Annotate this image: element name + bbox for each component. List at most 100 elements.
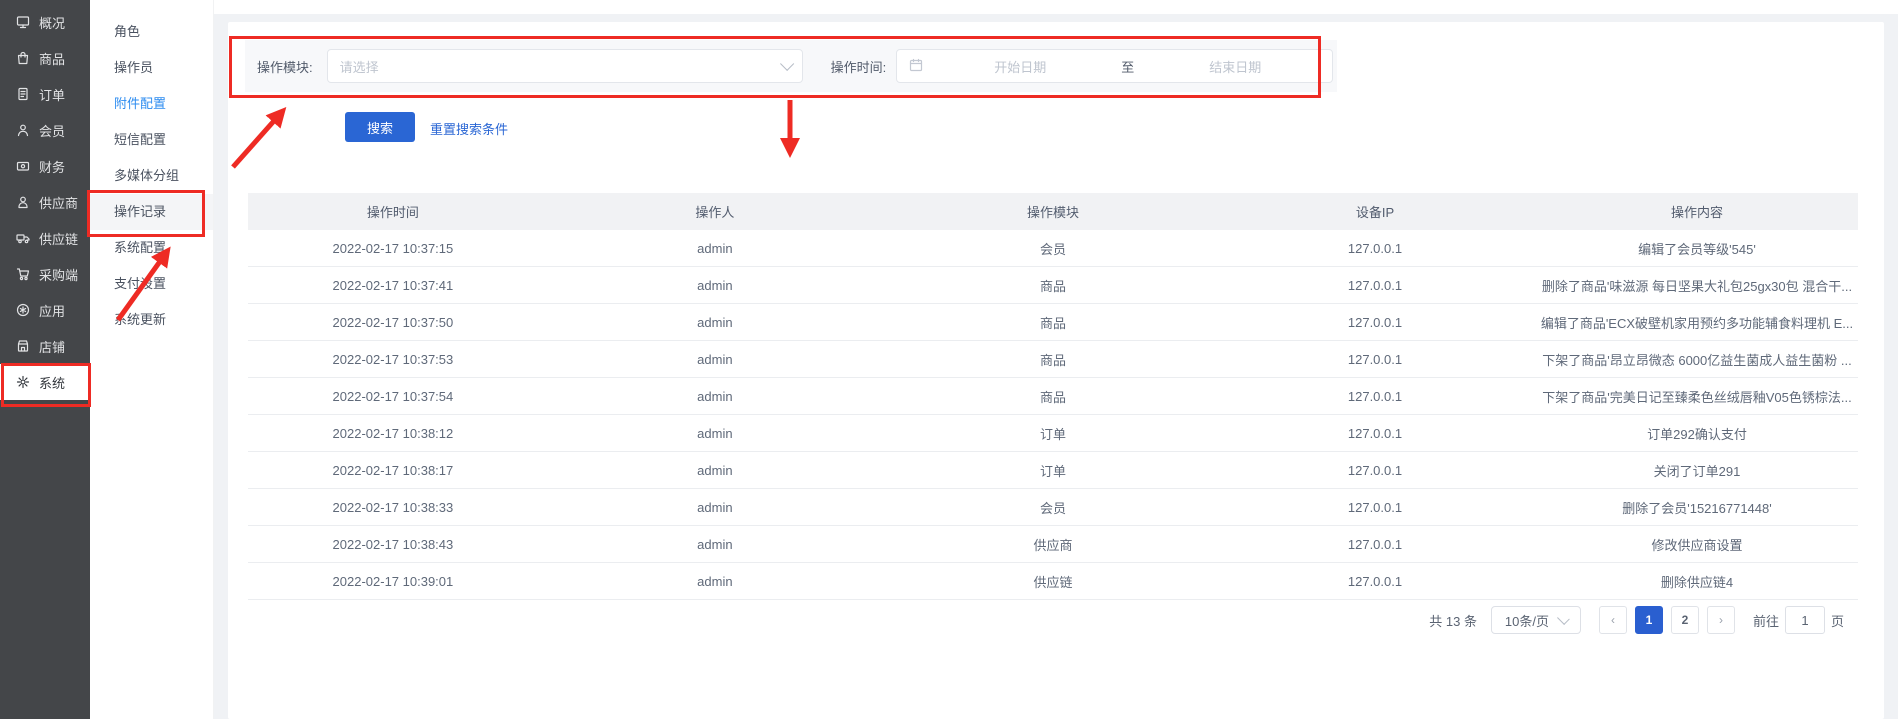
cell-operator: admin xyxy=(538,341,892,378)
content-top-strip xyxy=(213,0,1898,14)
operation-log-table: 操作时间 操作人 操作模块 设备IP 操作内容 2022-02-17 10:37… xyxy=(248,193,1858,600)
cell-time: 2022-02-17 10:38:43 xyxy=(248,526,538,563)
dashboard-icon xyxy=(16,15,30,29)
cell-ip: 127.0.0.1 xyxy=(1214,452,1536,489)
cell-content: 修改供应商设置 xyxy=(1536,526,1858,563)
sidebar-item-overview[interactable]: 概况 xyxy=(0,4,90,40)
apps-icon xyxy=(16,303,30,317)
chevron-down-icon xyxy=(1557,612,1570,625)
cell-operator: admin xyxy=(538,563,892,600)
date-range-picker[interactable]: 开始日期 至 结束日期 xyxy=(896,49,1333,83)
system-submenu: 角色 操作员 附件配置 短信配置 多媒体分组 操作记录 系统配置 支付设置 系统… xyxy=(90,0,214,719)
date-range-separator: 至 xyxy=(1117,57,1138,76)
page-button-2[interactable]: 2 xyxy=(1671,606,1699,634)
cell-time: 2022-02-17 10:37:41 xyxy=(248,267,538,304)
cell-content: 下架了商品'昂立昂微态 6000亿益生菌成人益生菌粉 ... xyxy=(1536,341,1858,378)
submenu-item-sms-config[interactable]: 短信配置 xyxy=(90,122,213,158)
cell-ip: 127.0.0.1 xyxy=(1214,341,1536,378)
sidebar-item-label: 供应商 xyxy=(39,193,78,212)
cell-ip: 127.0.0.1 xyxy=(1214,415,1536,452)
cell-operator: admin xyxy=(538,489,892,526)
submenu-item-roles[interactable]: 角色 xyxy=(90,14,213,50)
start-date-input[interactable]: 开始日期 xyxy=(923,57,1117,76)
content-area: 操作模块: 请选择 操作时间: 开始日期 至 结束日期 搜索 重置搜索条件 xyxy=(213,0,1898,719)
submenu-item-media-groups[interactable]: 多媒体分组 xyxy=(90,158,213,194)
order-icon xyxy=(16,87,30,101)
cell-ip: 127.0.0.1 xyxy=(1214,267,1536,304)
cell-ip: 127.0.0.1 xyxy=(1214,378,1536,415)
cell-module: 会员 xyxy=(892,230,1214,267)
search-button[interactable]: 搜索 xyxy=(345,112,415,142)
table-row: 2022-02-17 10:38:33admin会员127.0.0.1删除了会员… xyxy=(248,489,1858,526)
prev-page-button[interactable]: ‹ xyxy=(1599,606,1627,634)
sidebar-item-supplier[interactable]: 供应商 xyxy=(0,184,90,220)
sidebar-item-goods[interactable]: 商品 xyxy=(0,40,90,76)
submenu-item-system-config[interactable]: 系统配置 xyxy=(90,230,213,266)
cell-time: 2022-02-17 10:38:33 xyxy=(248,489,538,526)
cell-module: 订单 xyxy=(892,452,1214,489)
goto-page-input[interactable] xyxy=(1785,606,1825,634)
cell-time: 2022-02-17 10:38:17 xyxy=(248,452,538,489)
calendar-icon xyxy=(909,58,923,75)
sidebar-item-label: 商品 xyxy=(39,49,65,68)
sidebar-item-label: 供应链 xyxy=(39,229,78,248)
submenu-item-payment-config[interactable]: 支付设置 xyxy=(90,266,213,302)
col-header-time: 操作时间 xyxy=(248,193,538,230)
cell-operator: admin xyxy=(538,415,892,452)
chevron-down-icon xyxy=(780,57,794,71)
cell-module: 商品 xyxy=(892,378,1214,415)
sidebar-item-apps[interactable]: 应用 xyxy=(0,292,90,328)
col-header-ip: 设备IP xyxy=(1214,193,1536,230)
reset-search-link[interactable]: 重置搜索条件 xyxy=(430,119,508,138)
module-select[interactable]: 请选择 xyxy=(327,49,803,83)
table-row: 2022-02-17 10:37:54admin商品127.0.0.1下架了商品… xyxy=(248,378,1858,415)
cell-module: 商品 xyxy=(892,341,1214,378)
sidebar-item-label: 店铺 xyxy=(39,337,65,356)
sidebar-item-members[interactable]: 会员 xyxy=(0,112,90,148)
sidebar-item-system[interactable]: 系统 xyxy=(0,364,90,400)
end-date-input[interactable]: 结束日期 xyxy=(1138,57,1332,76)
page-button-1[interactable]: 1 xyxy=(1635,606,1663,634)
sidebar-item-label: 采购端 xyxy=(39,265,78,284)
cell-content: 下架了商品'完美日记至臻柔色丝绒唇釉V05色锈棕法... xyxy=(1536,378,1858,415)
next-page-button[interactable]: › xyxy=(1707,606,1735,634)
cell-time: 2022-02-17 10:39:01 xyxy=(248,563,538,600)
table-row: 2022-02-17 10:37:15admin会员127.0.0.1编辑了会员… xyxy=(248,230,1858,267)
submenu-item-operators[interactable]: 操作员 xyxy=(90,50,213,86)
sidebar-item-finance[interactable]: 财务 xyxy=(0,148,90,184)
pagination-total: 共 13 条 xyxy=(1429,611,1477,630)
sidebar-item-label: 系统 xyxy=(39,373,65,392)
table-row: 2022-02-17 10:37:41admin商品127.0.0.1删除了商品… xyxy=(248,267,1858,304)
page-size-value: 10条/页 xyxy=(1505,611,1549,630)
cell-ip: 127.0.0.1 xyxy=(1214,304,1536,341)
member-icon xyxy=(16,123,30,137)
table-row: 2022-02-17 10:38:12admin订单127.0.0.1订单292… xyxy=(248,415,1858,452)
cell-module: 供应链 xyxy=(892,563,1214,600)
system-submenu-list: 角色 操作员 附件配置 短信配置 多媒体分组 操作记录 系统配置 支付设置 系统… xyxy=(90,0,213,338)
sidebar-item-label: 会员 xyxy=(39,121,65,140)
cell-ip: 127.0.0.1 xyxy=(1214,526,1536,563)
main-sidebar: 概况 商品 订单 会员 财务 供应商 供应链 采购端 xyxy=(0,0,90,719)
sidebar-item-orders[interactable]: 订单 xyxy=(0,76,90,112)
col-header-content: 操作内容 xyxy=(1536,193,1858,230)
table-row: 2022-02-17 10:38:17admin订单127.0.0.1关闭了订单… xyxy=(248,452,1858,489)
cell-content: 删除了会员'15216771448' xyxy=(1536,489,1858,526)
cell-time: 2022-02-17 10:37:15 xyxy=(248,230,538,267)
sidebar-item-supply-chain[interactable]: 供应链 xyxy=(0,220,90,256)
col-header-module: 操作模块 xyxy=(892,193,1214,230)
table-row: 2022-02-17 10:38:43admin供应商127.0.0.1修改供应… xyxy=(248,526,1858,563)
goto-label: 前往 xyxy=(1753,611,1779,630)
supplier-icon xyxy=(16,195,30,209)
sidebar-item-procurement[interactable]: 采购端 xyxy=(0,256,90,292)
page-size-select[interactable]: 10条/页 xyxy=(1491,606,1581,634)
sidebar-item-label: 概况 xyxy=(39,13,65,32)
table-header-row: 操作时间 操作人 操作模块 设备IP 操作内容 xyxy=(248,193,1858,230)
sidebar-item-shop[interactable]: 店铺 xyxy=(0,328,90,364)
cell-operator: admin xyxy=(538,452,892,489)
submenu-item-attachment-config[interactable]: 附件配置 xyxy=(90,86,213,122)
cell-content: 订单292确认支付 xyxy=(1536,415,1858,452)
submenu-item-operation-log[interactable]: 操作记录 xyxy=(90,194,213,230)
cell-module: 订单 xyxy=(892,415,1214,452)
submenu-item-system-update[interactable]: 系统更新 xyxy=(90,302,213,338)
cell-content: 关闭了订单291 xyxy=(1536,452,1858,489)
